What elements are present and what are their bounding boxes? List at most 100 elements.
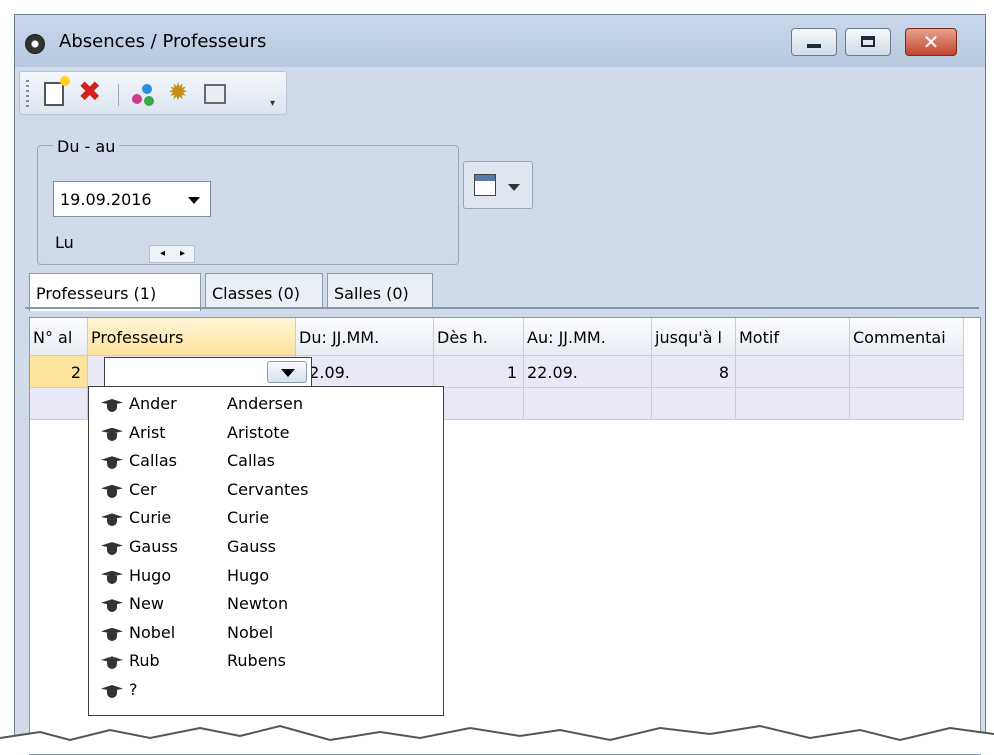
- settings-icon[interactable]: ✹: [168, 78, 192, 106]
- dropdown-item-long: Cervantes: [227, 479, 309, 499]
- cell-commentaire[interactable]: [850, 356, 964, 388]
- graduation-cap-icon: [101, 483, 123, 499]
- cell-no[interactable]: 2: [30, 356, 88, 388]
- maximize-icon: [861, 36, 875, 47]
- new-row-cell[interactable]: [850, 388, 964, 420]
- professeur-dropdown-list: Ander Andersen Arist Aristote Callas Callas Ce…: [88, 386, 444, 716]
- dropdown-item-short: Ander: [129, 394, 177, 413]
- dropdown-item-short: Arist: [129, 422, 166, 442]
- tab-salles[interactable]: Salles (0): [327, 273, 433, 309]
- graduation-cap-icon: [101, 569, 123, 585]
- dropdown-item-long: Aristote: [227, 422, 290, 442]
- cell-motif[interactable]: [736, 356, 850, 388]
- toolbar-grip[interactable]: [26, 80, 29, 108]
- minimize-icon: [807, 44, 821, 48]
- dropdown-item-long: Curie: [227, 508, 270, 528]
- new-row-cell[interactable]: [524, 388, 652, 420]
- people-icon[interactable]: [132, 82, 156, 106]
- dropdown-item-long: Rubens: [227, 651, 287, 671]
- cell-du[interactable]: 22.09.: [296, 356, 434, 388]
- torn-edge: [0, 724, 994, 754]
- cell-des-h[interactable]: 1: [434, 356, 524, 388]
- title-bar[interactable]: Absences / Professeurs ✕: [15, 15, 985, 67]
- column-header-au[interactable]: Au: JJ.MM.: [524, 318, 652, 356]
- graduation-cap-icon: [101, 683, 123, 699]
- dropdown-item-long: Hugo: [227, 565, 270, 585]
- dropdown-item[interactable]: Callas Callas: [89, 448, 443, 475]
- graduation-cap-icon: [101, 597, 123, 613]
- column-header-du[interactable]: Du: JJ.MM.: [296, 318, 434, 356]
- maximize-button[interactable]: [845, 28, 891, 56]
- dropdown-item-long: Andersen: [227, 394, 303, 413]
- dropdown-item[interactable]: Ander Andersen: [89, 391, 443, 418]
- dropdown-item-long: Callas: [227, 451, 276, 471]
- chevron-down-icon[interactable]: [267, 361, 307, 383]
- tab-professeurs[interactable]: Professeurs (1): [29, 273, 201, 311]
- toolbar-overflow-icon[interactable]: ▾: [270, 98, 275, 109]
- calendar-button[interactable]: [463, 161, 533, 209]
- new-row-cell[interactable]: [736, 388, 850, 420]
- column-header-professeurs[interactable]: Professeurs: [88, 318, 296, 356]
- close-button[interactable]: ✕: [905, 28, 957, 56]
- new-row-cell[interactable]: [652, 388, 736, 420]
- cell-jusqua[interactable]: 8: [652, 356, 736, 388]
- delete-icon[interactable]: ✖: [78, 75, 102, 108]
- dropdown-item-short: ?: [129, 680, 138, 699]
- dropdown-item-short: Rub: [129, 651, 160, 671]
- column-header-no[interactable]: N° al: [30, 318, 88, 356]
- toolbar-separator: [118, 84, 119, 106]
- list-icon[interactable]: [204, 84, 226, 104]
- dropdown-item-long: Newton: [227, 594, 289, 614]
- clock-icon: [25, 34, 45, 54]
- dropdown-item[interactable]: Cer Cervantes: [89, 477, 443, 504]
- minimize-button[interactable]: [791, 28, 837, 56]
- chevron-down-icon[interactable]: [188, 197, 200, 204]
- date-value: 19.09.2016: [60, 190, 152, 209]
- new-row-cell[interactable]: [434, 388, 524, 420]
- new-icon[interactable]: [44, 76, 70, 106]
- graduation-cap-icon: [101, 626, 123, 642]
- dropdown-item[interactable]: ?: [89, 677, 443, 704]
- date-picker[interactable]: 19.09.2016: [53, 181, 211, 217]
- people-icon-dot: [142, 84, 152, 94]
- new-row-cell[interactable]: [30, 388, 88, 420]
- dropdown-item[interactable]: Gauss Gauss: [89, 534, 443, 561]
- dropdown-item[interactable]: Rub Rubens: [89, 648, 443, 675]
- graduation-cap-icon: [101, 454, 123, 470]
- dropdown-item[interactable]: Arist Aristote: [89, 420, 443, 447]
- column-header-jusqua[interactable]: jusqu'à l: [652, 318, 736, 356]
- dropdown-item[interactable]: New Newton: [89, 591, 443, 618]
- graduation-cap-icon: [101, 540, 123, 556]
- window-title: Absences / Professeurs: [59, 31, 267, 52]
- dropdown-item-long: Gauss: [227, 537, 277, 556]
- graduation-cap-icon: [101, 426, 123, 442]
- people-icon-dot: [132, 94, 142, 104]
- arrow-right-icon[interactable]: ▸: [180, 248, 185, 259]
- period-group-label: Du - au: [53, 137, 120, 156]
- chevron-down-icon: [508, 184, 520, 191]
- tab-classes[interactable]: Classes (0): [205, 273, 323, 309]
- close-icon: ✕: [922, 30, 940, 54]
- dropdown-item[interactable]: Curie Curie: [89, 505, 443, 532]
- arrow-left-icon[interactable]: ◂: [160, 248, 165, 259]
- column-header-commentaire[interactable]: Commentai: [850, 318, 964, 356]
- dropdown-item-long: Nobel: [227, 622, 274, 642]
- column-header-des-h[interactable]: Dès h.: [434, 318, 524, 356]
- dropdown-item[interactable]: Hugo Hugo: [89, 563, 443, 590]
- graduation-cap-icon: [101, 511, 123, 527]
- day-stepper[interactable]: ◂ ▸: [149, 245, 195, 263]
- column-header-motif[interactable]: Motif: [736, 318, 850, 356]
- calendar-icon: [474, 174, 496, 196]
- dropdown-item-short: Gauss: [129, 537, 179, 556]
- people-icon-dot: [144, 96, 154, 106]
- dropdown-item-short: Curie: [129, 508, 172, 528]
- professeur-combo-input[interactable]: [104, 357, 312, 387]
- dropdown-item-short: New: [129, 594, 164, 614]
- dropdown-item-short: Callas: [129, 451, 178, 471]
- cell-au[interactable]: 22.09.: [524, 356, 652, 388]
- graduation-cap-icon: [101, 397, 123, 413]
- tab-underline: [25, 307, 979, 309]
- dropdown-item[interactable]: Nobel Nobel: [89, 620, 443, 647]
- graduation-cap-icon: [101, 654, 123, 670]
- dropdown-item-short: Nobel: [129, 622, 176, 642]
